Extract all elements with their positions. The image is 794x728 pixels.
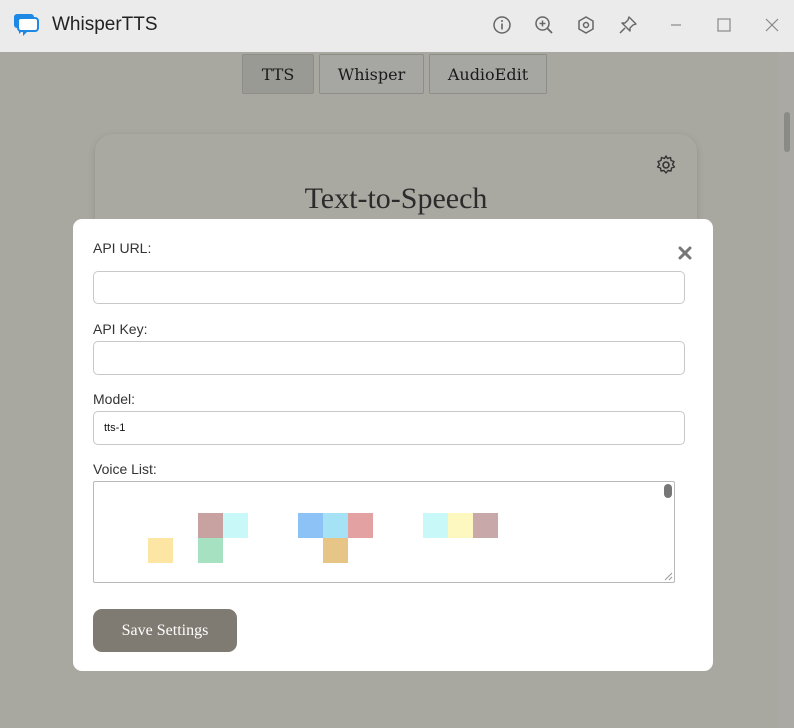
voice-swatch (198, 513, 223, 538)
api-url-label: API URL: (93, 240, 152, 256)
model-input[interactable] (93, 411, 685, 445)
voice-swatch (198, 538, 223, 563)
save-settings-button[interactable]: Save Settings (93, 609, 237, 652)
page-scroll-thumb[interactable] (784, 112, 790, 152)
voice-swatch (298, 513, 323, 538)
title-bar: WhisperTTS (0, 0, 794, 52)
tab-audioedit[interactable]: AudioEdit (429, 54, 547, 94)
chat-bubble-app-icon (14, 14, 39, 36)
settings-hex-icon[interactable] (574, 13, 598, 37)
voice-list-label: Voice List: (93, 461, 157, 477)
card-title: Text-to-Speech (304, 182, 488, 215)
zoom-in-icon[interactable] (532, 13, 556, 37)
voice-swatch (423, 513, 448, 538)
gear-icon[interactable] (655, 154, 677, 176)
minimize-icon[interactable] (664, 13, 688, 37)
tab-whisper[interactable]: Whisper (319, 54, 424, 94)
voice-swatch (323, 513, 348, 538)
voice-list-textarea[interactable] (93, 481, 675, 583)
voice-swatch (448, 513, 473, 538)
voice-swatch (473, 513, 498, 538)
pin-icon[interactable] (616, 13, 640, 37)
close-window-icon[interactable] (760, 13, 784, 37)
resize-handle-icon[interactable] (663, 571, 673, 581)
settings-modal: API URL: API Key: Model: Voice List: Sav… (73, 219, 713, 671)
tab-tts[interactable]: TTS (242, 54, 314, 94)
close-icon[interactable] (677, 245, 693, 261)
page-scrollbar[interactable] (778, 52, 794, 728)
info-icon[interactable] (490, 13, 514, 37)
voice-swatch (148, 538, 173, 563)
voice-swatch (348, 513, 373, 538)
api-key-label: API Key: (93, 321, 148, 337)
api-url-input[interactable] (93, 271, 685, 304)
app-title: WhisperTTS (52, 14, 158, 35)
api-key-input[interactable] (93, 341, 685, 375)
voice-swatch (323, 538, 348, 563)
voice-swatch (223, 513, 248, 538)
tab-bar: TTS Whisper AudioEdit (242, 54, 547, 94)
voice-list-scroll-thumb[interactable] (664, 484, 672, 498)
maximize-icon[interactable] (712, 13, 736, 37)
model-label: Model: (93, 391, 136, 407)
